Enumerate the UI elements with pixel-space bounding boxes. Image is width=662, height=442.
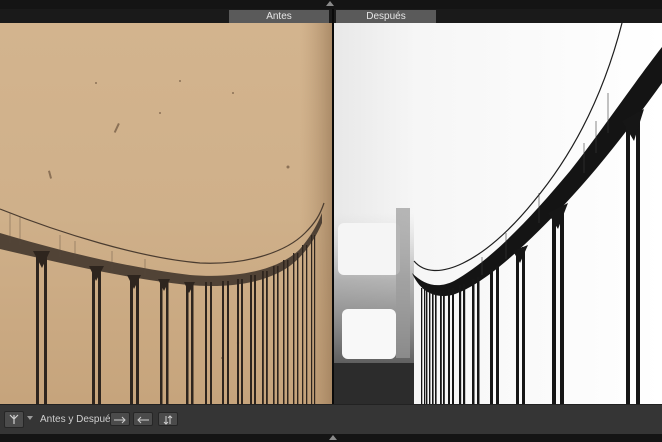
before-photo xyxy=(0,23,332,404)
after-photo xyxy=(334,23,662,404)
arrow-right-icon xyxy=(114,416,126,424)
chevron-down-icon[interactable] xyxy=(27,416,33,420)
before-label: Antes xyxy=(229,10,329,23)
swap-icon xyxy=(163,415,173,425)
bottom-panel-toggle-icon[interactable] xyxy=(329,435,337,440)
before-after-toolbar: Antes y Después: xyxy=(0,404,662,434)
top-panel-toggle-icon[interactable] xyxy=(326,1,334,6)
after-image[interactable] xyxy=(334,23,662,404)
arrow-left-icon xyxy=(137,416,149,424)
before-after-split-icon xyxy=(9,414,19,424)
after-label: Después xyxy=(336,10,436,23)
copy-after-to-before-button[interactable] xyxy=(133,412,153,426)
before-image[interactable] xyxy=(0,23,332,404)
copy-before-to-after-button[interactable] xyxy=(110,412,130,426)
before-after-label: Antes y Después: xyxy=(40,414,119,425)
view-mode-button[interactable] xyxy=(4,411,24,428)
swap-before-after-button[interactable] xyxy=(158,412,178,426)
